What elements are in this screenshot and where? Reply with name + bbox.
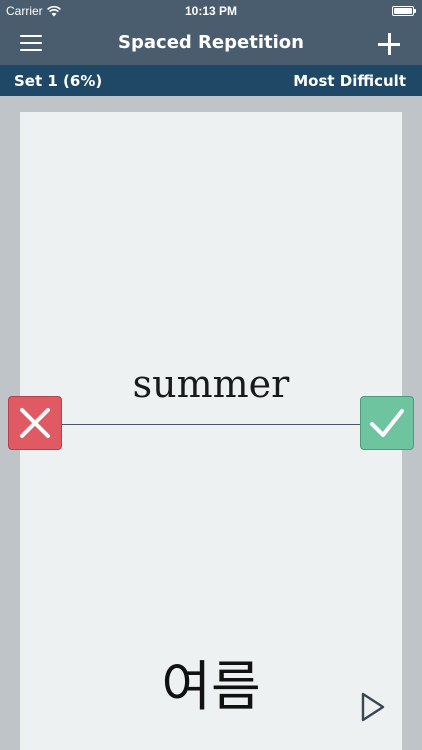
wrong-button[interactable] [8, 396, 62, 450]
page-title: Spaced Repetition [118, 32, 304, 53]
battery-icon [392, 6, 416, 16]
checkmark-icon [370, 409, 404, 437]
sort-mode-button[interactable]: Most Difficult [293, 72, 406, 90]
close-icon [20, 408, 50, 438]
nav-bar: Spaced Repetition [0, 22, 422, 65]
correct-button[interactable] [360, 396, 414, 450]
play-icon[interactable] [360, 692, 386, 722]
card-translation: 여름 [161, 655, 261, 718]
set-progress-label: Set 1 (6%) [14, 72, 103, 90]
flashcard[interactable]: summer 여름 [20, 112, 402, 750]
card-divider [60, 424, 362, 425]
menu-icon[interactable] [20, 35, 42, 53]
add-icon[interactable] [378, 33, 400, 55]
status-bar: Carrier 10:13 PM [0, 0, 422, 22]
status-time: 10:13 PM [184, 4, 238, 18]
set-bar: Set 1 (6%) Most Difficult [0, 65, 422, 96]
card-term: summer [132, 362, 290, 406]
